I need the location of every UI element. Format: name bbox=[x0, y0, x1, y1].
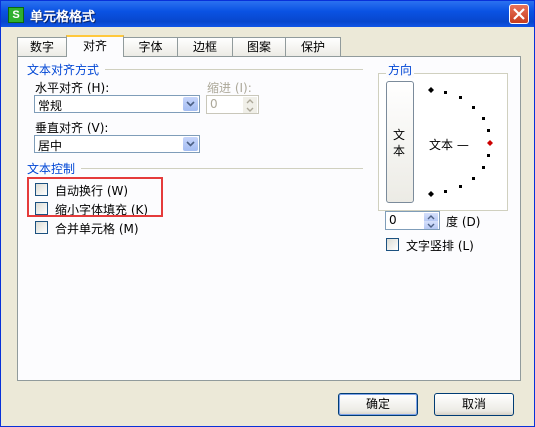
dial-dot bbox=[459, 96, 462, 99]
tab-protection[interactable]: 保护 bbox=[285, 37, 341, 56]
merge-cells-label: 合并单元格 (M) bbox=[55, 222, 139, 236]
vertical-layout-checkbox[interactable] bbox=[386, 238, 399, 251]
indent-value: 0 bbox=[210, 97, 218, 111]
tab-border[interactable]: 边框 bbox=[177, 37, 233, 56]
degrees-spinner[interactable]: 0 bbox=[385, 211, 440, 230]
close-button[interactable] bbox=[509, 4, 529, 24]
dial-dot bbox=[472, 177, 475, 180]
highlight-box bbox=[27, 177, 163, 217]
title-bar[interactable]: S 单元格格式 bbox=[1, 1, 534, 27]
dial-dot bbox=[444, 190, 447, 193]
degrees-value: 0 bbox=[389, 213, 397, 227]
dropdown-button[interactable] bbox=[183, 97, 198, 111]
text-control-group-label: 文本控制 bbox=[27, 162, 76, 176]
dial-dot bbox=[482, 166, 485, 169]
horizontal-align-label: 水平对齐 (H): bbox=[35, 81, 110, 95]
tab-pattern[interactable]: 图案 bbox=[232, 37, 286, 56]
horizontal-align-select[interactable]: 常规 bbox=[34, 95, 200, 113]
dial-dot bbox=[444, 91, 447, 94]
dial-text: 文本 — bbox=[429, 138, 469, 152]
vertical-align-value: 居中 bbox=[38, 139, 63, 153]
chevron-down-icon bbox=[186, 101, 195, 107]
cancel-button[interactable]: 取消 bbox=[434, 393, 514, 416]
dial-dot bbox=[487, 129, 490, 132]
degrees-up-button[interactable] bbox=[424, 213, 438, 221]
degrees-down-button[interactable] bbox=[424, 221, 438, 229]
text-alignment-group-label: 文本对齐方式 bbox=[27, 63, 100, 77]
dial-dot bbox=[487, 154, 490, 157]
indent-label: 缩进 (I): bbox=[207, 81, 252, 95]
tab-font[interactable]: 字体 bbox=[123, 37, 178, 56]
ok-button[interactable]: 确定 bbox=[338, 393, 418, 416]
vertical-text-char: 本 bbox=[393, 144, 406, 158]
dial-marker-top bbox=[428, 87, 434, 93]
degrees-label: 度 (D) bbox=[446, 215, 481, 229]
vertical-align-label: 垂直对齐 (V): bbox=[35, 121, 109, 135]
indent-up-button[interactable] bbox=[243, 97, 257, 105]
dial-marker-current bbox=[487, 140, 493, 146]
chevron-down-icon bbox=[246, 107, 254, 112]
indent-spinner[interactable]: 0 bbox=[206, 95, 259, 114]
indent-down-button[interactable] bbox=[243, 105, 257, 113]
chevron-up-icon bbox=[427, 215, 435, 220]
merge-cells-checkbox[interactable] bbox=[35, 221, 48, 234]
vertical-text-button[interactable]: 文 本 bbox=[386, 81, 414, 203]
dial-dot bbox=[472, 106, 475, 109]
dial-dot bbox=[459, 185, 462, 188]
vertical-text-char: 文 bbox=[393, 128, 406, 142]
chevron-down-icon bbox=[427, 223, 435, 228]
dial-marker-bottom bbox=[428, 191, 434, 197]
dropdown-button[interactable] bbox=[183, 137, 198, 151]
chevron-down-icon bbox=[186, 141, 195, 147]
format-cells-dialog: S 单元格格式 数字 对齐 字体 边框 图案 保护 文本对齐方式 水平对齐 (H… bbox=[0, 0, 535, 427]
group-divider bbox=[105, 69, 363, 70]
tab-number[interactable]: 数字 bbox=[17, 37, 67, 56]
dial-dot bbox=[482, 117, 485, 120]
vertical-align-select[interactable]: 居中 bbox=[34, 135, 200, 153]
horizontal-align-value: 常规 bbox=[38, 99, 63, 113]
app-icon: S bbox=[8, 7, 24, 23]
tab-alignment[interactable]: 对齐 bbox=[66, 35, 124, 57]
chevron-up-icon bbox=[246, 99, 254, 104]
close-icon bbox=[513, 8, 525, 20]
window-title: 单元格格式 bbox=[30, 10, 96, 25]
vertical-layout-label: 文字竖排 (L) bbox=[406, 239, 474, 253]
orientation-group-label: 方向 bbox=[386, 61, 415, 78]
group-divider bbox=[81, 168, 363, 169]
